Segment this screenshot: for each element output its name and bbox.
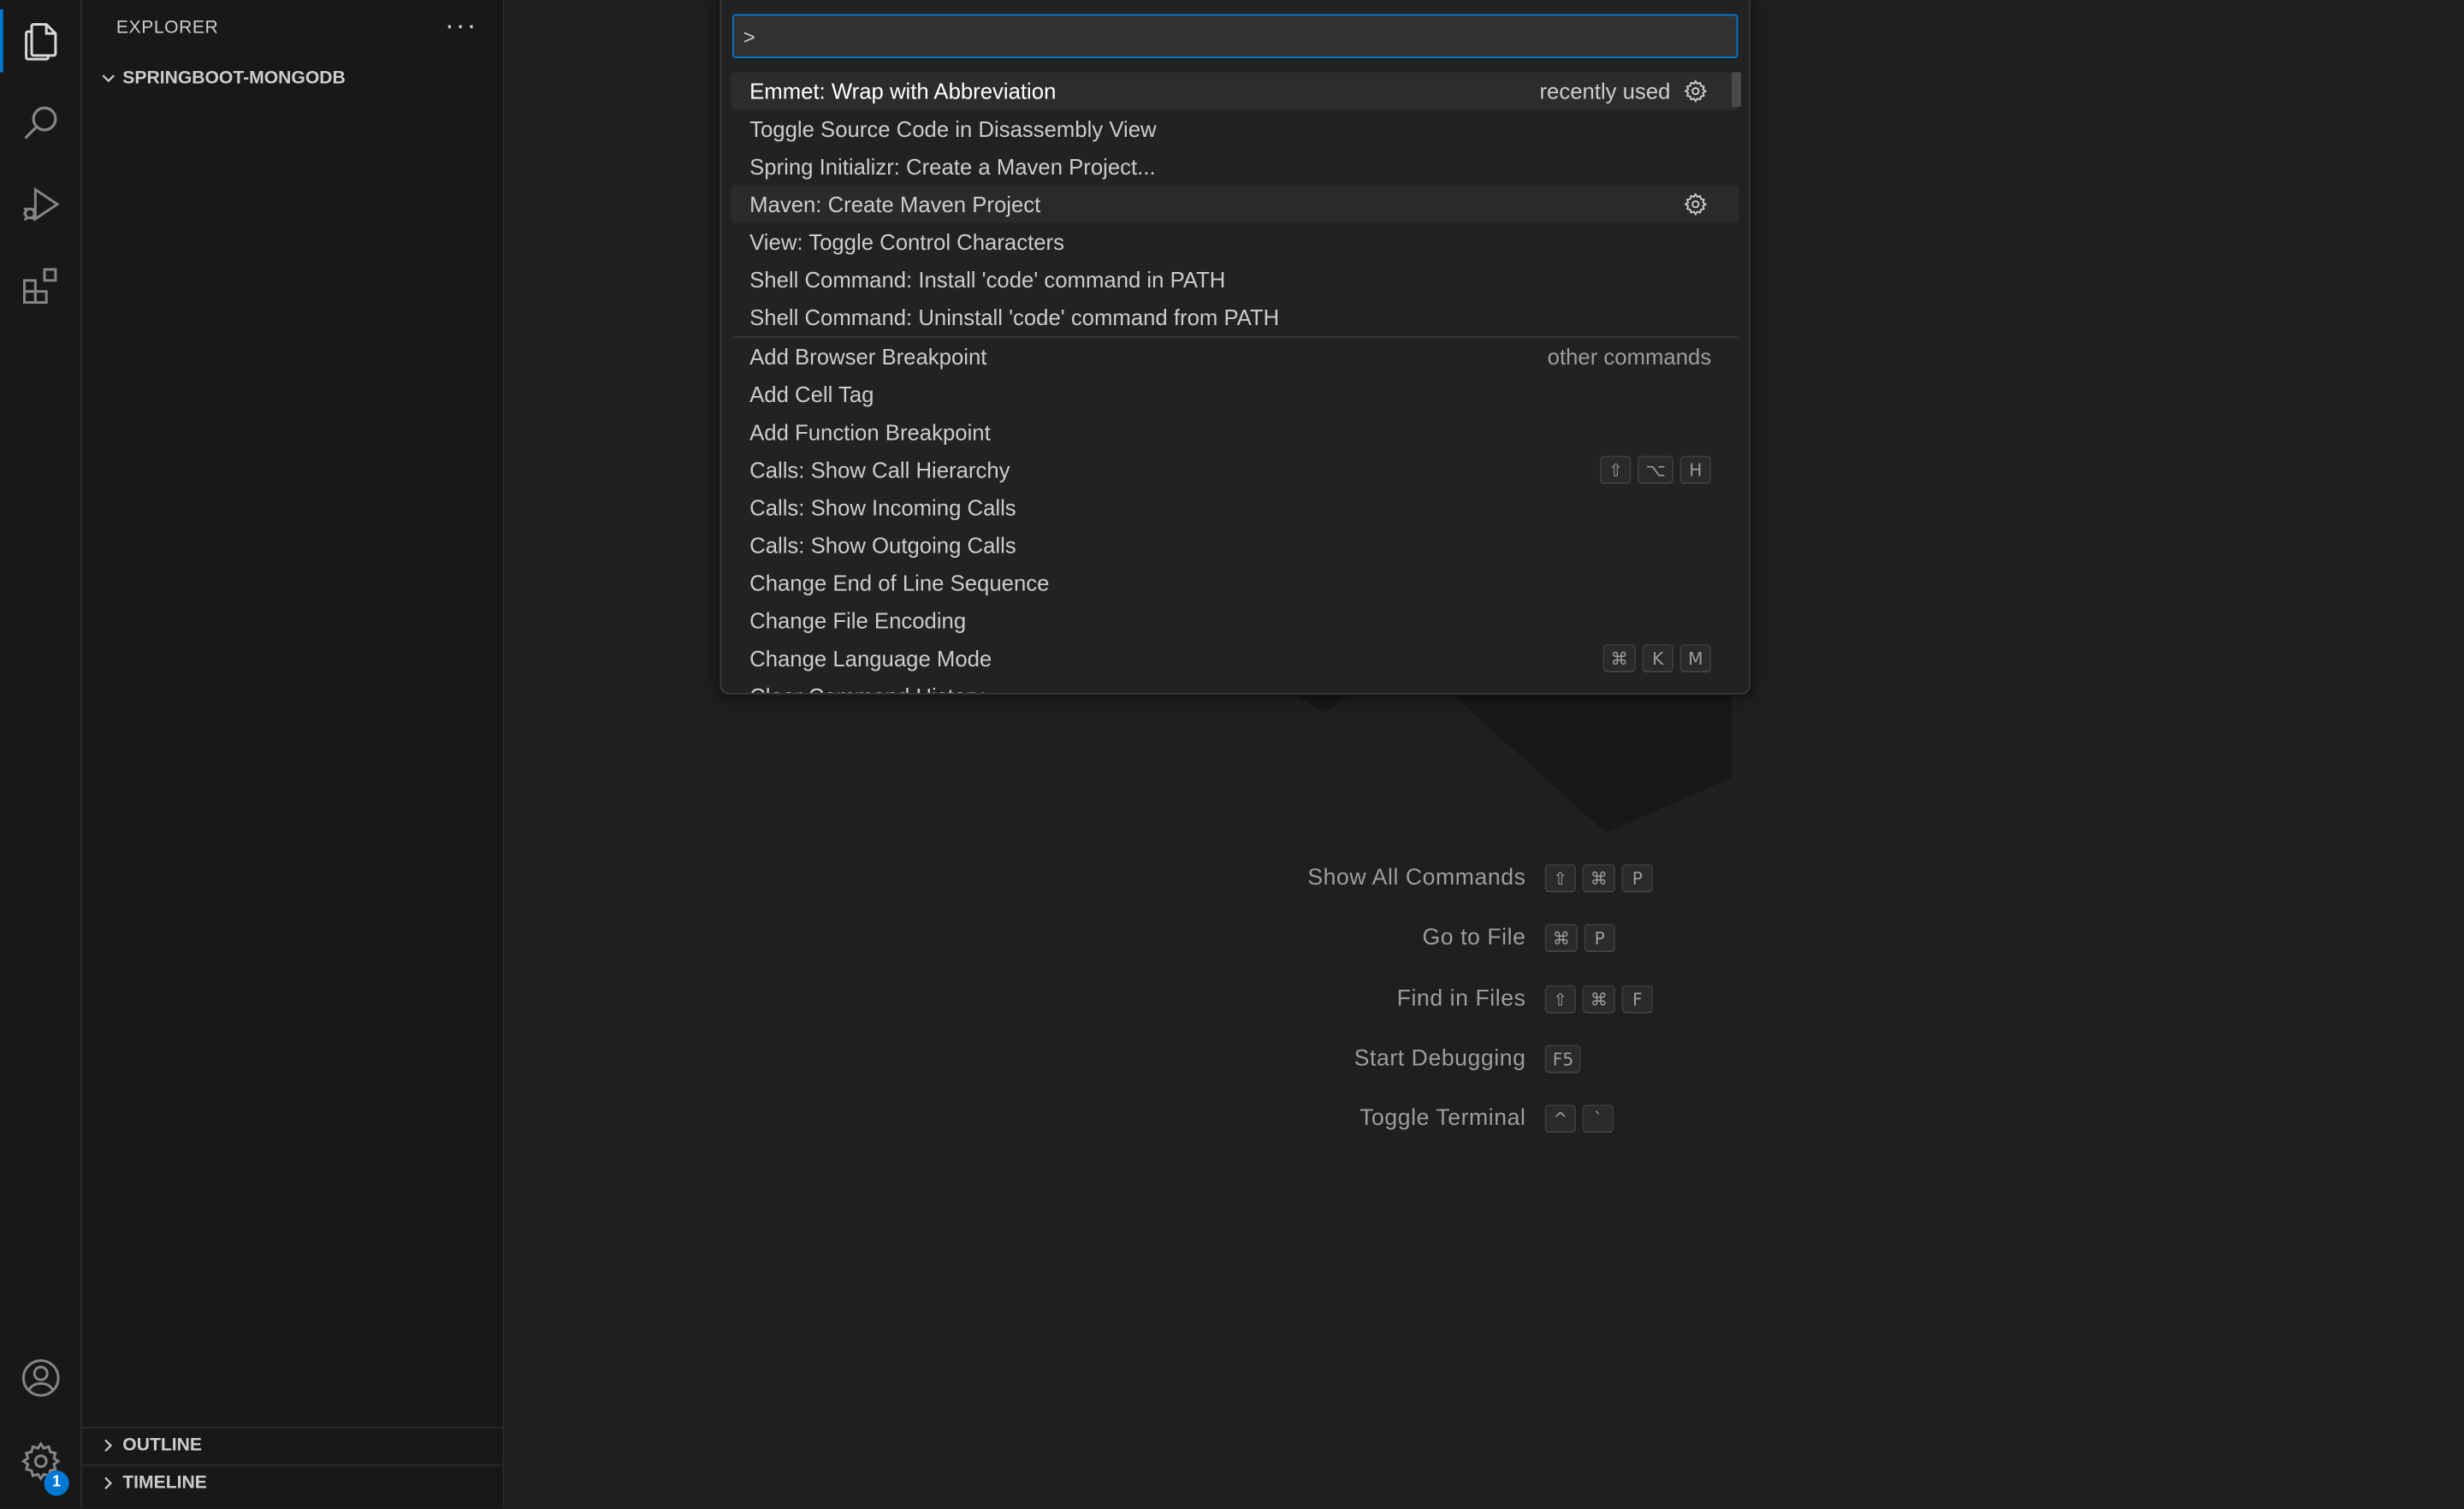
keycap: P (1584, 924, 1616, 953)
command-label: Shell Command: Uninstall 'code' command … (749, 305, 1280, 330)
activity-bar: 1 (0, 0, 82, 1509)
outline-label: OUTLINE (122, 1435, 202, 1455)
chevron-right-icon (82, 1476, 120, 1491)
keycap: H (1679, 455, 1712, 484)
command-label: View: Toggle Control Characters (749, 229, 1064, 255)
keycap: ⌘ (1582, 864, 1616, 893)
shortcut-label: Go to File (1422, 925, 1526, 951)
command-item[interactable]: Calls: Show Incoming Calls (731, 488, 1739, 526)
keycap: ` (1582, 1104, 1614, 1133)
shortcut-row: Show All Commands ⇧ ⌘ P (1100, 860, 1729, 897)
keycap: F5 (1544, 1044, 1582, 1074)
command-label: Shell Command: Install 'code' command in… (749, 267, 1226, 293)
outline-section[interactable]: OUTLINE (81, 1426, 503, 1463)
keycap: ⇧ (1544, 864, 1577, 893)
command-item[interactable]: Change File Encoding (731, 601, 1739, 639)
keycap: ⌘ (1602, 644, 1637, 673)
notification-badge: 1 (44, 1471, 69, 1496)
command-label: Calls: Show Outgoing Calls (749, 532, 1016, 559)
command-label: Emmet: Wrap with Abbreviation (749, 78, 1057, 104)
command-label: Change End of Line Sequence (749, 570, 1050, 596)
keybinding: F5 (1544, 1044, 1582, 1074)
command-label: Maven: Create Maven Project (749, 192, 1041, 217)
command-item[interactable]: Calls: Show Outgoing Calls (731, 526, 1739, 564)
command-item[interactable]: Add Browser Breakpoint other commands (731, 336, 1740, 376)
command-label: Change File Encoding (749, 607, 967, 634)
command-item[interactable]: Shell Command: Install 'code' command in… (731, 261, 1739, 299)
keybinding: ⌘ P (1544, 924, 1616, 953)
keycap: P (1621, 864, 1654, 893)
command-list-scrollbar[interactable] (1732, 72, 1742, 107)
shortcut-row: Start Debugging F5 (1100, 1040, 1729, 1078)
shortcut-label: Find in Files (1396, 986, 1526, 1012)
keybinding: ^ ` (1544, 1104, 1614, 1133)
keycap: M (1679, 644, 1712, 673)
folder-root[interactable]: SPRINGBOOT-MONGODB (82, 62, 503, 96)
shortcut-row: Go to File ⌘ P (1100, 919, 1729, 956)
command-group-label: other commands (1547, 344, 1712, 370)
keycap: ⌘ (1582, 985, 1616, 1014)
folder-label: SPRINGBOOT-MONGODB (122, 68, 346, 88)
shortcut-row: Toggle Terminal ^ ` (1100, 1100, 1729, 1138)
keycap: ⇧ (1600, 455, 1632, 484)
search-icon[interactable] (0, 85, 80, 160)
timeline-label: TIMELINE (122, 1473, 207, 1493)
keybinding: ⇧ ⌘ F (1544, 985, 1654, 1014)
chevron-down-icon (82, 71, 120, 86)
keybinding: ⇧ ⌥ H (1600, 455, 1712, 484)
timeline-section[interactable]: TIMELINE (81, 1464, 503, 1500)
command-label: Clear Command History (749, 683, 1711, 693)
shortcut-row: Find in Files ⇧ ⌘ F (1100, 980, 1729, 1018)
command-item[interactable]: Add Function Breakpoint (731, 413, 1739, 451)
command-item[interactable]: Calls: Show Call Hierarchy ⇧ ⌥ H (731, 451, 1739, 488)
configure-keybinding-gear-icon[interactable] (1683, 190, 1711, 218)
command-label: Add Cell Tag (749, 382, 874, 407)
command-item[interactable]: Clear Command History (731, 678, 1739, 693)
command-palette: Emmet: Wrap with Abbreviation recently us… (720, 0, 1751, 695)
command-item[interactable]: Add Cell Tag (731, 376, 1739, 413)
command-item[interactable]: Toggle Source Code in Disassembly View (731, 110, 1739, 148)
command-item[interactable]: Shell Command: Uninstall 'code' command … (731, 299, 1739, 336)
configure-keybinding-gear-icon[interactable] (1683, 77, 1711, 105)
explorer-files-icon[interactable] (0, 3, 80, 79)
command-group-label: recently used (1539, 78, 1671, 104)
command-palette-input[interactable] (732, 14, 1738, 58)
command-label: Toggle Source Code in Disassembly View (749, 115, 1157, 142)
run-debug-icon[interactable] (0, 167, 80, 242)
command-label: Calls: Show Call Hierarchy (749, 457, 1010, 482)
command-item[interactable]: Spring Initializr: Create a Maven Projec… (731, 148, 1739, 186)
keycap: F (1621, 985, 1654, 1014)
keycap: ^ (1544, 1104, 1577, 1133)
shortcut-label: Show All Commands (1307, 866, 1526, 891)
shortcut-label: Start Debugging (1353, 1046, 1526, 1072)
keycap: ⇧ (1544, 985, 1577, 1014)
explorer-sidebar: EXPLORER ··· SPRINGBOOT-MONGODB OUTLINE … (81, 0, 505, 1509)
command-label: Spring Initializr: Create a Maven Projec… (749, 154, 1156, 180)
keybinding: ⌘ K M (1602, 644, 1712, 673)
chevron-right-icon (82, 1438, 120, 1453)
account-icon[interactable] (0, 1340, 80, 1416)
keycap: K (1642, 644, 1674, 673)
sidebar-title: EXPLORER (116, 19, 219, 38)
keybinding: ⇧ ⌘ P (1544, 864, 1654, 893)
command-item[interactable]: Maven: Create Maven Project (731, 185, 1740, 223)
keycap: ⌥ (1638, 455, 1674, 484)
command-item[interactable]: Emmet: Wrap with Abbreviation recently us… (731, 72, 1740, 110)
manage-gear-icon[interactable]: 1 (0, 1423, 80, 1499)
command-label: Change Language Mode (749, 645, 992, 672)
command-label: Add Browser Breakpoint (749, 344, 987, 370)
more-actions-icon[interactable]: ··· (445, 9, 478, 43)
shortcut-label: Toggle Terminal (1359, 1106, 1526, 1132)
extensions-icon[interactable] (0, 248, 80, 323)
keycap: ⌘ (1544, 924, 1578, 953)
command-label: Calls: Show Incoming Calls (749, 494, 1016, 520)
command-label: Add Function Breakpoint (749, 419, 991, 445)
command-item[interactable]: Change End of Line Sequence (731, 564, 1739, 601)
command-item[interactable]: View: Toggle Control Characters (731, 223, 1739, 261)
command-list: Emmet: Wrap with Abbreviation recently us… (731, 72, 1740, 693)
command-item[interactable]: Change Language Mode ⌘ K M (731, 640, 1739, 678)
